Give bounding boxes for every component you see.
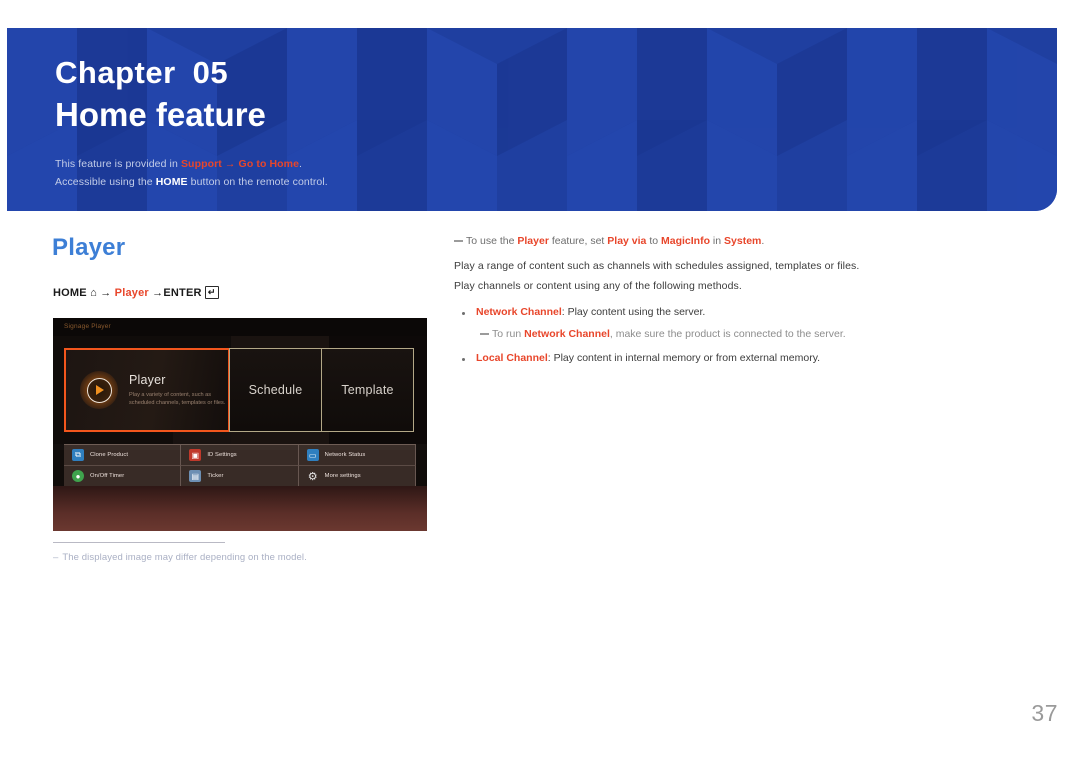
subnote-post: , make sure the product is connected to …	[609, 328, 846, 340]
screenshot-mini-menu: ⧉ Clone Product ▣ ID Settings ▭ Network …	[64, 444, 416, 487]
banner-note-2-suffix: button on the remote control.	[187, 176, 328, 189]
subnote-network-channel-text: To run Network Channel, make sure the pr…	[492, 327, 846, 342]
banner-note-support: Support	[180, 158, 222, 171]
note-play-via: To use the Player feature, set Play via …	[454, 234, 1034, 249]
more-settings-gear-icon: ⚙	[307, 470, 318, 483]
bullet-local-channel-rest: : Play content in internal memory or fro…	[547, 352, 821, 364]
note-post: .	[761, 235, 765, 247]
chapter-banner: Chapter 05 Home feature This feature is p…	[7, 28, 1057, 211]
mini-tile-more-settings[interactable]: ⚙ More settings	[298, 466, 416, 487]
mini-tile-on-off-timer[interactable]: ● On/Off Timer	[64, 466, 182, 487]
note-accent-play-via: Play via	[607, 235, 647, 247]
banner-note-2-prefix: Accessible using the	[55, 176, 156, 189]
footnote-text-row: – The displayed image may differ dependin…	[53, 552, 393, 563]
signage-player-screenshot: Signage Player Player Play a variety of …	[53, 318, 427, 531]
play-ring	[86, 377, 112, 403]
chapter-number: 05	[192, 55, 229, 90]
footnote-divider	[53, 542, 225, 543]
subnote-pre: To run	[492, 328, 525, 340]
chapter-label: Chapter	[55, 55, 176, 90]
bullet-network-channel-accent: Network Channel	[476, 306, 562, 318]
note-mid-2: to	[646, 235, 661, 247]
mini-tile-clone-product-label: Clone Product	[90, 452, 129, 458]
breadcrumb-player: Player	[114, 287, 149, 299]
section-title: Player	[52, 234, 126, 261]
network-status-icon: ▭	[306, 449, 319, 461]
screenshot-floor-gradient	[53, 486, 427, 531]
bullet-network-channel-rest: : Play content using the server.	[561, 306, 706, 318]
note-pre: To use the	[466, 235, 518, 247]
note-accent-magicinfo: MagicInfo	[661, 235, 710, 247]
mini-tile-id-settings[interactable]: ▣ ID Settings	[181, 445, 299, 466]
footnote-text: The displayed image may differ depending…	[62, 552, 307, 563]
bullet-local-channel-accent: Local Channel	[476, 352, 548, 364]
tile-player-desc: Play a variety of content, such as sched…	[129, 391, 226, 407]
enter-key-icon: ↵	[204, 286, 219, 299]
play-circle-icon	[80, 371, 118, 409]
banner-note-1-suffix: .	[299, 158, 303, 171]
tile-player-title: Player	[129, 372, 166, 387]
note-accent-system: System	[724, 235, 762, 247]
tile-template-title: Template	[341, 383, 394, 397]
tile-player[interactable]: Player Play a variety of content, such a…	[64, 348, 230, 432]
bullet-local-channel: Local Channel: Play content in internal …	[454, 351, 1034, 366]
bullet-network-channel: Network Channel: Play content using the …	[454, 305, 1034, 320]
subnote-network-channel: To run Network Channel, make sure the pr…	[480, 327, 1034, 342]
home-icon: ⌂	[90, 287, 97, 299]
note-mid-1: feature, set	[548, 235, 608, 247]
tile-template[interactable]: Template	[321, 348, 414, 432]
note-dash-icon	[454, 240, 463, 242]
banner-note-gotohome: Go to Home	[238, 158, 300, 171]
mini-tile-on-off-timer-label: On/Off Timer	[90, 473, 125, 479]
chapter-line: Chapter 05	[55, 54, 1057, 91]
mini-tile-network-status[interactable]: ▭ Network Status	[298, 445, 416, 466]
banner-notes: This feature is provided in Support → Go…	[55, 155, 1057, 191]
bullet-dot-icon	[462, 312, 465, 315]
screenshot-footnote: – The displayed image may differ dependin…	[53, 542, 393, 563]
document-page: Chapter 05 Home feature This feature is p…	[0, 0, 1080, 763]
content-column: To use the Player feature, set Play via …	[454, 234, 1034, 366]
chapter-title: Home feature	[55, 96, 266, 134]
on-off-timer-icon: ●	[72, 470, 84, 482]
id-settings-icon: ▣	[189, 449, 202, 461]
mini-tile-more-settings-label: More settings	[324, 473, 361, 479]
breadcrumb-arrow-1: →	[100, 287, 112, 299]
ticker-icon: ▤	[189, 470, 202, 482]
paragraph-1: Play a range of content such as channels…	[454, 260, 860, 272]
paragraph-2: Play channels or content using any of th…	[454, 280, 742, 292]
clone-product-icon: ⧉	[72, 449, 84, 461]
banner-note-home-key: HOME	[155, 176, 188, 189]
page-number: 37	[1031, 700, 1058, 726]
banner-note-1-prefix: This feature is provided in	[55, 158, 181, 171]
footnote-dash: –	[53, 552, 59, 563]
bullet-network-channel-text: Network Channel: Play content using the …	[476, 305, 705, 320]
tile-schedule[interactable]: Schedule	[229, 348, 322, 432]
note-mid-3: in	[710, 235, 725, 247]
mini-tile-id-settings-label: ID Settings	[207, 452, 237, 458]
mini-tile-ticker[interactable]: ▤ Ticker	[181, 466, 299, 487]
breadcrumb-arrow-2: →	[152, 287, 164, 299]
bullet-local-channel-text: Local Channel: Play content in internal …	[476, 351, 820, 366]
note-play-via-text: To use the Player feature, set Play via …	[466, 234, 764, 249]
mini-tile-ticker-label: Ticker	[207, 473, 224, 479]
banner-note-1: This feature is provided in Support → Go…	[55, 155, 1057, 173]
mini-tile-clone-product[interactable]: ⧉ Clone Product	[64, 445, 182, 466]
subnote-dash-icon	[480, 333, 489, 335]
banner-note-arrow: →	[221, 158, 239, 171]
mini-tile-network-status-label: Network Status	[324, 452, 366, 458]
screenshot-tiles: Player Play a variety of content, such a…	[64, 348, 416, 432]
breadcrumb: HOME ⌂ → Player →ENTER ↵	[53, 286, 219, 299]
screenshot-header-label: Signage Player	[64, 323, 111, 330]
subnote-accent: Network Channel	[524, 328, 610, 340]
breadcrumb-home: HOME	[53, 287, 87, 299]
play-triangle	[96, 385, 104, 395]
bullet-dot-icon	[462, 358, 465, 361]
tile-schedule-title: Schedule	[248, 383, 303, 397]
tile-player-text: Player Play a variety of content, such a…	[129, 373, 228, 408]
banner-note-2: Accessible using the HOME button on the …	[55, 173, 1057, 191]
note-accent-player: Player	[517, 235, 549, 247]
breadcrumb-enter: ENTER	[163, 287, 202, 299]
